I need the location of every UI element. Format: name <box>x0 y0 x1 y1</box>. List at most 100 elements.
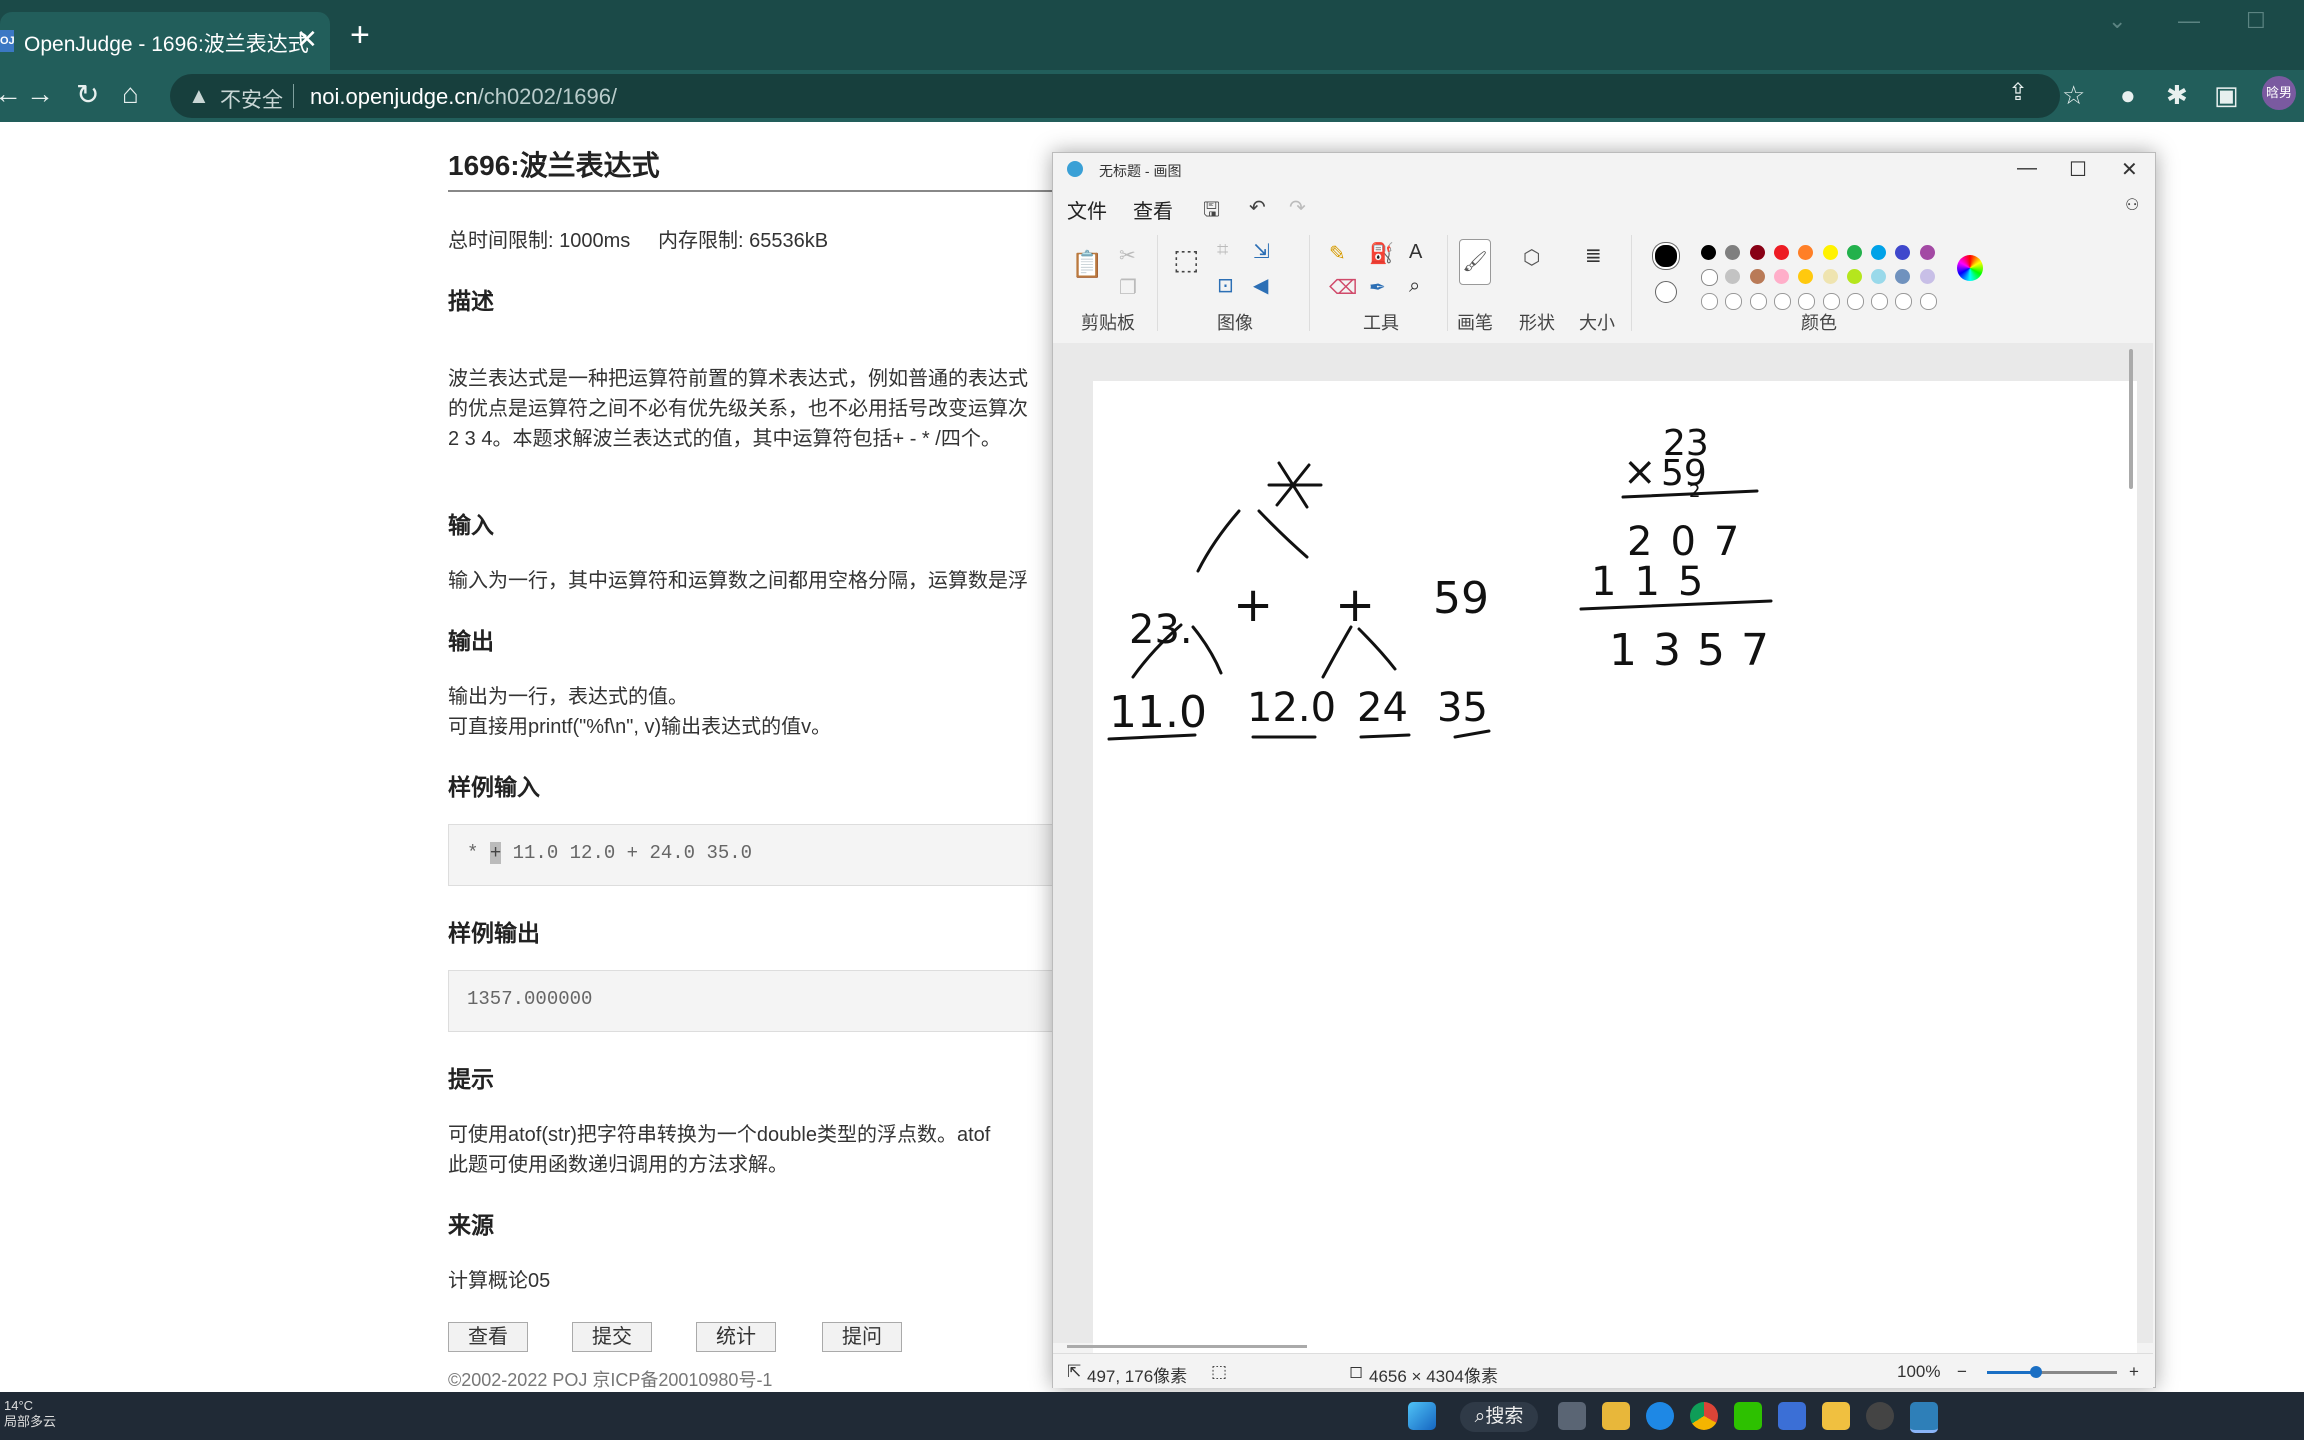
palette-swatch[interactable] <box>1773 245 1789 260</box>
magnifier-icon[interactable]: ⌕ <box>1409 275 1420 298</box>
paint-close-icon[interactable]: ✕ <box>2121 157 2138 182</box>
paint-titlebar[interactable]: 无标题 - 画图 — ☐ ✕ <box>1053 153 2155 187</box>
zoom-out-button[interactable]: − <box>1957 1362 1967 1382</box>
palette-swatch[interactable] <box>1871 293 1889 310</box>
share-icon[interactable]: ⚇ <box>2125 195 2139 215</box>
paste-icon[interactable]: 📋 <box>1071 249 1103 280</box>
palette-swatch[interactable] <box>1725 245 1741 260</box>
cut-icon[interactable]: ✂ <box>1119 243 1136 268</box>
menu-file[interactable]: 文件 <box>1067 195 1107 224</box>
home-icon[interactable]: ⌂ <box>122 78 139 110</box>
bookmark-star-icon[interactable]: ☆ <box>2062 80 2085 111</box>
notes-icon[interactable] <box>1822 1402 1850 1430</box>
zoom-slider[interactable] <box>1987 1366 2117 1378</box>
palette-swatch[interactable] <box>1822 245 1838 260</box>
palette-swatch[interactable] <box>1919 245 1935 260</box>
wechat-icon[interactable] <box>1734 1402 1762 1430</box>
new-tab-button[interactable]: + <box>350 18 370 52</box>
color-picker-icon[interactable]: ✒ <box>1369 275 1386 300</box>
palette-swatch[interactable] <box>1749 293 1767 310</box>
browser-tab[interactable]: OJ OpenJudge - 1696:波兰表达式 ✕ <box>0 12 330 70</box>
palette-swatch[interactable] <box>1919 269 1935 284</box>
palette-swatch[interactable] <box>1798 245 1814 260</box>
palette-swatch[interactable] <box>1846 269 1862 284</box>
drawing-canvas[interactable]: + + 23. 59 11.0 12.0 24 35 × 23 59 2 207… <box>1093 381 2137 1371</box>
zoom-knob[interactable] <box>2030 1366 2043 1378</box>
palette-swatch[interactable] <box>1895 293 1913 310</box>
ask-button[interactable]: 提问 <box>822 1322 902 1352</box>
edit-colors-icon[interactable] <box>1957 255 1983 281</box>
horizontal-scrollbar[interactable] <box>1067 1345 1307 1348</box>
palette-swatch[interactable] <box>1895 245 1911 260</box>
file-explorer-icon[interactable] <box>1602 1402 1630 1430</box>
address-bar[interactable]: ▲ 不安全 noi.openjudge.cn/ch0202/1696/ ⇪ <box>170 74 2060 118</box>
palette-swatch[interactable] <box>1822 269 1838 284</box>
menu-view[interactable]: 查看 <box>1133 195 1173 224</box>
start-icon[interactable] <box>1408 1402 1436 1430</box>
sidepanel-icon[interactable]: ▣ <box>2214 80 2239 111</box>
zoom-in-button[interactable]: + <box>2129 1362 2139 1382</box>
palette-swatch[interactable] <box>1749 269 1765 284</box>
pencil-icon[interactable]: ✎ <box>1329 241 1346 266</box>
resize-icon[interactable]: ⇲ <box>1253 239 1270 264</box>
maximize-icon[interactable]: ☐ <box>2246 8 2266 34</box>
back-icon[interactable]: ← <box>0 78 22 110</box>
palette-swatch[interactable] <box>1701 293 1718 310</box>
save-icon[interactable]: 🖫 <box>1203 195 1220 229</box>
color1-swatch[interactable] <box>1653 243 1679 269</box>
eraser-icon[interactable]: ⌫ <box>1329 275 1357 300</box>
select-icon[interactable]: ⬚ <box>1173 243 1199 276</box>
paint-window[interactable]: 无标题 - 画图 — ☐ ✕ 文件 查看 🖫 ↶ ↷ ⚇ 📋 ✂ ❐ 剪贴板 ⬚… <box>1052 152 2156 1388</box>
stats-button[interactable]: 统计 <box>696 1322 776 1352</box>
reload-icon[interactable]: ↻ <box>76 78 99 111</box>
rotate-icon[interactable]: ◀ <box>1253 273 1268 298</box>
taskbar-search[interactable]: ⌕搜索 <box>1460 1402 1538 1432</box>
app-circle-icon[interactable] <box>1866 1402 1894 1430</box>
palette-swatch[interactable] <box>1895 269 1911 284</box>
palette-swatch[interactable] <box>1725 269 1741 284</box>
shapes-icon[interactable]: ⬡ <box>1523 245 1540 270</box>
palette-swatch[interactable] <box>1773 293 1791 310</box>
avatar[interactable]: 晗男 <box>2262 76 2296 110</box>
sample-input-box[interactable]: * + 11.0 12.0 + 24.0 35.0 <box>448 824 1070 886</box>
palette-swatch[interactable] <box>1701 269 1718 286</box>
palette-swatch[interactable] <box>1871 245 1887 260</box>
url-text[interactable]: noi.openjudge.cn/ch0202/1696/ <box>310 84 617 110</box>
vertical-scrollbar[interactable] <box>2129 349 2133 489</box>
palette-swatch[interactable] <box>1846 293 1864 310</box>
palette-swatch[interactable] <box>1798 293 1816 310</box>
palette-swatch[interactable] <box>1725 293 1743 310</box>
palette-swatch[interactable] <box>1846 245 1862 260</box>
palette-swatch[interactable] <box>1798 269 1814 284</box>
close-tab-icon[interactable]: ✕ <box>296 24 318 55</box>
image-select-icon[interactable]: ⊡ <box>1217 273 1234 298</box>
weather-widget[interactable]: 14°C 局部多云 <box>4 1398 56 1430</box>
sample-output-box[interactable]: 1357.000000 <box>448 970 1070 1032</box>
redo-icon[interactable]: ↷ <box>1289 195 1306 220</box>
fill-icon[interactable]: ⛽ <box>1369 241 1394 266</box>
share-icon[interactable]: ⇪ <box>2008 78 2028 107</box>
palette-swatch[interactable] <box>1773 269 1789 284</box>
forward-icon[interactable]: → <box>26 78 54 110</box>
extension-circle-icon[interactable]: ● <box>2120 80 2136 111</box>
text-icon[interactable]: A <box>1409 241 1422 264</box>
size-icon[interactable]: ≣ <box>1585 243 1602 268</box>
color2-swatch[interactable] <box>1655 281 1677 303</box>
palette-swatch[interactable] <box>1871 269 1887 284</box>
task-view-icon[interactable] <box>1558 1402 1586 1430</box>
palette-swatch[interactable] <box>1919 293 1937 310</box>
brush-icon[interactable]: 🖌 <box>1459 239 1491 285</box>
app-icon[interactable] <box>1646 1402 1674 1430</box>
app-store-icon[interactable] <box>1778 1402 1806 1430</box>
palette-swatch[interactable] <box>1749 245 1765 260</box>
view-button[interactable]: 查看 <box>448 1322 528 1352</box>
paint-minimize-icon[interactable]: — <box>2017 157 2037 180</box>
palette-swatch[interactable] <box>1701 245 1716 260</box>
paint-taskbar-icon[interactable] <box>1910 1402 1938 1433</box>
crop-icon[interactable]: ⌗ <box>1217 239 1228 262</box>
chrome-icon[interactable] <box>1690 1402 1718 1430</box>
submit-button[interactable]: 提交 <box>572 1322 652 1352</box>
minimize-icon[interactable]: — <box>2178 8 2200 34</box>
paint-maximize-icon[interactable]: ☐ <box>2069 157 2087 182</box>
extensions-puzzle-icon[interactable]: ✱ <box>2166 80 2188 111</box>
